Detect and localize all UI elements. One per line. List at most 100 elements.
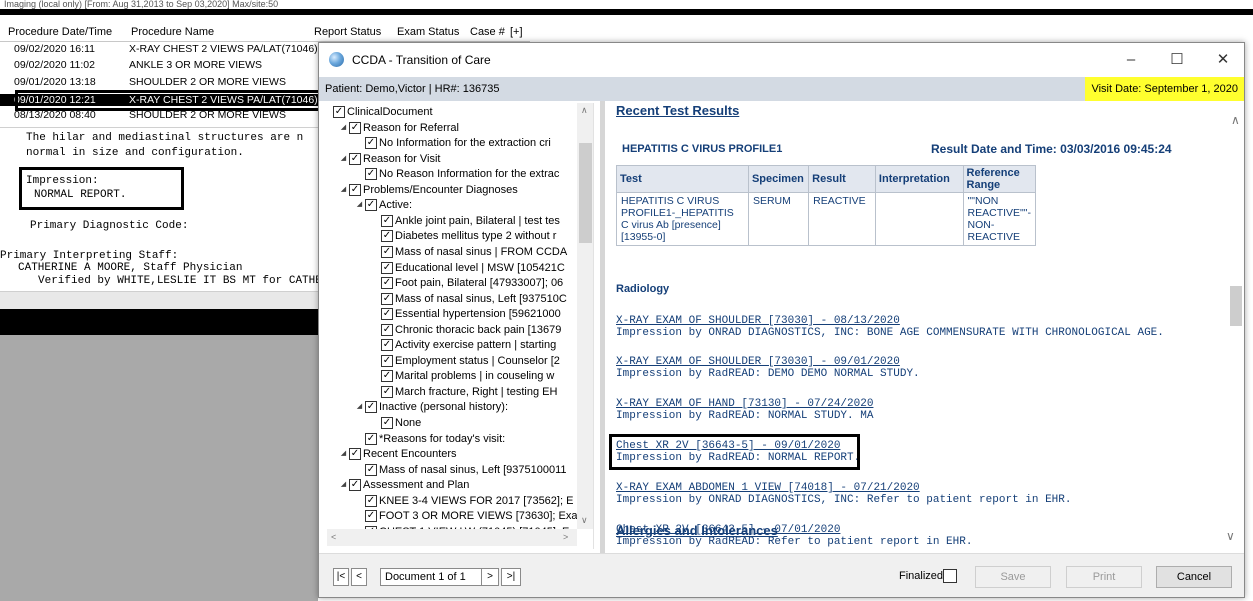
recent-test-results-heading[interactable]: Recent Test Results [616, 103, 739, 118]
tree-checkbox[interactable]: ✓ [365, 199, 377, 212]
tree-checkbox[interactable]: ✓ [365, 432, 377, 445]
tree-checkbox[interactable]: ✓ [381, 292, 393, 305]
scroll-left-icon[interactable]: < [331, 532, 336, 542]
tree-node[interactable]: ✓ No Information for the extraction cri [327, 136, 577, 150]
minimize-button[interactable]: – [1109, 47, 1153, 73]
tree-node[interactable]: ✓ Mass of nasal sinus, Left [9375100011 [327, 463, 577, 477]
content-vertical-scrollbar[interactable]: ∧ [1228, 101, 1244, 553]
tree-checkbox[interactable]: ✓ [365, 494, 377, 507]
tree-checkbox[interactable]: ✓ [381, 339, 393, 352]
procedure-row[interactable]: 09/02/2020 16:11 X-RAY CHEST 2 VIEWS PA/… [0, 43, 318, 55]
cancel-button[interactable]: Cancel [1156, 566, 1232, 588]
tree-node-label: Mass of nasal sinus | FROM CCDA [395, 245, 568, 258]
tree-checkbox[interactable]: ✓ [365, 463, 377, 476]
tree-checkbox[interactable]: ✓ [381, 214, 393, 227]
tree-checkbox[interactable]: ✓ [381, 417, 393, 429]
tree-checkbox[interactable]: ✓ [365, 168, 377, 181]
tree-node[interactable]: ◢ ✓ Reason for Visit [327, 152, 577, 166]
tree-node[interactable]: ✓ March fracture, Right | testing EH [327, 385, 577, 399]
expand-triangle-icon[interactable]: ◢ [339, 152, 348, 166]
radiology-link[interactable]: X-RAY EXAM ABDOMEN 1 VIEW [74018] - 07/2… [616, 482, 920, 494]
tree-node[interactable]: ✓ Chronic thoracic back pain [13679 [327, 323, 577, 337]
save-button[interactable]: Save [975, 566, 1051, 588]
tree-node[interactable]: ✓ Employment status | Counselor [2 [327, 354, 577, 368]
tree-node[interactable]: ◢ ✓ Problems/Encounter Diagnoses [327, 183, 577, 197]
tree-checkbox[interactable]: ✓ [349, 479, 361, 492]
tree-checkbox[interactable]: ✓ [365, 401, 377, 414]
finalized-checkbox[interactable] [943, 569, 957, 583]
procedure-row[interactable]: 09/02/2020 11:02 ANKLE 3 OR MORE VIEWS [0, 59, 318, 71]
tree-checkbox[interactable]: ✓ [381, 354, 393, 367]
tree-checkbox[interactable]: ✓ [349, 183, 361, 196]
tree-node[interactable]: ✓ Ankle joint pain, Bilateral | test tes [327, 214, 577, 228]
tree-checkbox[interactable]: ✓ [381, 277, 393, 290]
tree-checkbox[interactable]: ✓ [381, 245, 393, 258]
tree-node[interactable]: ✓ Educational level | MSW [105421C [327, 261, 577, 275]
tree-node[interactable]: ◢ ✓ Recent Encounters [327, 447, 577, 461]
column-header-date[interactable]: Procedure Date/Time [8, 26, 112, 38]
last-document-button[interactable]: >| [501, 568, 521, 586]
scroll-up-icon[interactable]: ∧ [1231, 113, 1240, 127]
column-header-procedure[interactable]: Procedure Name [131, 26, 214, 38]
title-bar[interactable]: CCDA - Transition of Care – ☐ ✕ [319, 43, 1244, 77]
tree-checkbox[interactable]: ✓ [381, 323, 393, 336]
tree-node[interactable]: ◢ ✓ Assessment and Plan [327, 478, 577, 492]
tree-checkbox[interactable]: ✓ [365, 510, 377, 523]
expand-triangle-icon[interactable]: ◢ [355, 400, 364, 414]
tab-add[interactable]: [+] [510, 26, 523, 38]
tab-case-number[interactable]: Case # [470, 26, 505, 38]
tree-checkbox[interactable]: ✓ [381, 385, 393, 398]
tree-checkbox[interactable]: ✓ [333, 106, 345, 118]
radiology-link[interactable]: X-RAY EXAM OF HAND [73130] - 07/24/2020 [616, 398, 873, 410]
print-button[interactable]: Print [1066, 566, 1142, 588]
next-document-button[interactable]: > [481, 568, 499, 586]
tree-horizontal-scrollbar[interactable]: < > [327, 529, 577, 546]
tree-node[interactable]: ✓ Foot pain, Bilateral [47933007]; 06 [327, 276, 577, 290]
first-document-button[interactable]: |< [333, 568, 349, 586]
tree-node[interactable]: ◢ ✓ Inactive (personal history): [327, 400, 577, 414]
radiology-link[interactable]: X-RAY EXAM OF SHOULDER [73030] - 09/01/2… [616, 356, 900, 368]
tree-checkbox[interactable]: ✓ [381, 370, 393, 383]
radiology-link[interactable]: X-RAY EXAM OF SHOULDER [73030] - 08/13/2… [616, 315, 900, 327]
tree-node[interactable]: ✓ None [327, 416, 577, 430]
scroll-down-icon[interactable]: ∨ [581, 515, 588, 526]
tree-node[interactable]: ✓ ClinicalDocument [327, 105, 577, 119]
expand-triangle-icon[interactable]: ◢ [339, 478, 348, 492]
maximize-button[interactable]: ☐ [1155, 47, 1199, 73]
scroll-right-icon[interactable]: > [563, 532, 568, 542]
tab-report-status[interactable]: Report Status [314, 26, 381, 38]
tree-node[interactable]: ✓ Mass of nasal sinus | FROM CCDA [327, 245, 577, 259]
previous-document-button[interactable]: < [351, 568, 367, 586]
tree-vertical-scrollbar[interactable]: ∧ ∨ [577, 103, 593, 529]
tree-node[interactable]: ✓ Mass of nasal sinus, Left [937510C [327, 292, 577, 306]
tree-node[interactable]: ✓ KNEE 3-4 VIEWS FOR 2017 [73562]; E [327, 494, 577, 508]
scroll-down-icon[interactable]: ∨ [1226, 529, 1235, 543]
tree-node[interactable]: ✓ Marital problems | in couseling w [327, 369, 577, 383]
allergies-heading[interactable]: Allergies and Intolerances [616, 523, 778, 538]
tree-checkbox[interactable]: ✓ [381, 230, 393, 243]
tree-node[interactable]: ✓ Diabetes mellitus type 2 without r [327, 229, 577, 243]
tree-node[interactable]: ✓ Essential hypertension [59621000 [327, 307, 577, 321]
tab-exam-status[interactable]: Exam Status [397, 26, 459, 38]
tree-checkbox[interactable]: ✓ [365, 137, 377, 150]
content-scroll-thumb[interactable] [1230, 286, 1242, 326]
expand-triangle-icon[interactable]: ◢ [339, 121, 348, 135]
procedure-row[interactable]: 09/01/2020 13:18 SHOULDER 2 OR MORE VIEW… [0, 76, 318, 88]
tree-checkbox[interactable]: ✓ [349, 152, 361, 165]
tree-node[interactable]: ✓ No Reason Information for the extrac [327, 167, 577, 181]
tree-checkbox[interactable]: ✓ [349, 121, 361, 134]
tree-node[interactable]: ✓ Activity exercise pattern | starting [327, 338, 577, 352]
tree-node[interactable]: ✓ *Reasons for today's visit: [327, 432, 577, 446]
tree-checkbox[interactable]: ✓ [381, 308, 393, 321]
tree-checkbox[interactable]: ✓ [381, 261, 393, 274]
expand-triangle-icon[interactable]: ◢ [339, 183, 348, 197]
close-button[interactable]: ✕ [1201, 47, 1245, 73]
expand-triangle-icon[interactable]: ◢ [355, 198, 364, 212]
tree-checkbox[interactable]: ✓ [349, 448, 361, 461]
scroll-up-icon[interactable]: ∧ [581, 105, 588, 116]
tree-node[interactable]: ◢ ✓ Reason for Referral [327, 121, 577, 135]
tree-scroll-thumb[interactable] [579, 143, 592, 243]
tree-node[interactable]: ✓ FOOT 3 OR MORE VIEWS [73630]; Exa [327, 509, 577, 523]
tree-node[interactable]: ◢ ✓ Active: [327, 198, 577, 212]
expand-triangle-icon[interactable]: ◢ [339, 447, 348, 461]
